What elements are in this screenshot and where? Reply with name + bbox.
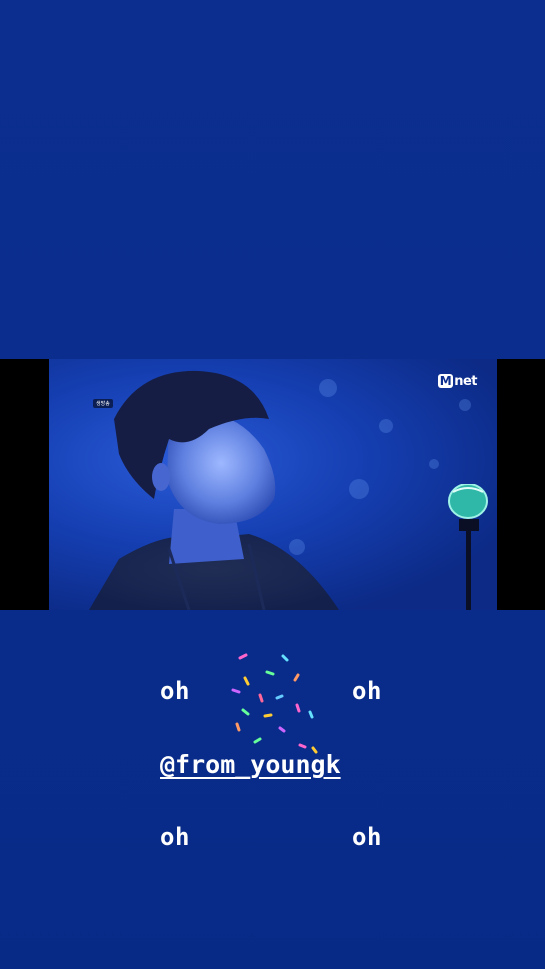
user-mention-link[interactable]: @from_youngk — [160, 750, 341, 779]
mnet-logo: Mnet — [437, 374, 477, 389]
caption-oh-bottom-left: oh — [160, 823, 190, 851]
video-still[interactable]: 생방송 Mnet — [49, 359, 497, 610]
video-frame[interactable]: 생방송 Mnet — [0, 359, 545, 610]
live-broadcast-badge: 생방송 — [93, 399, 113, 408]
singer-figure — [89, 370, 339, 610]
microphone-icon — [448, 484, 488, 610]
caption-oh-top-right: oh — [352, 677, 382, 705]
caption-oh-top-left: oh — [160, 677, 190, 705]
caption-oh-bottom-right: oh — [352, 823, 382, 851]
confetti-sticker[interactable] — [225, 650, 325, 760]
story-canvas: 생방송 Mnet oh oh @from_youngk oh oh — [0, 0, 545, 969]
